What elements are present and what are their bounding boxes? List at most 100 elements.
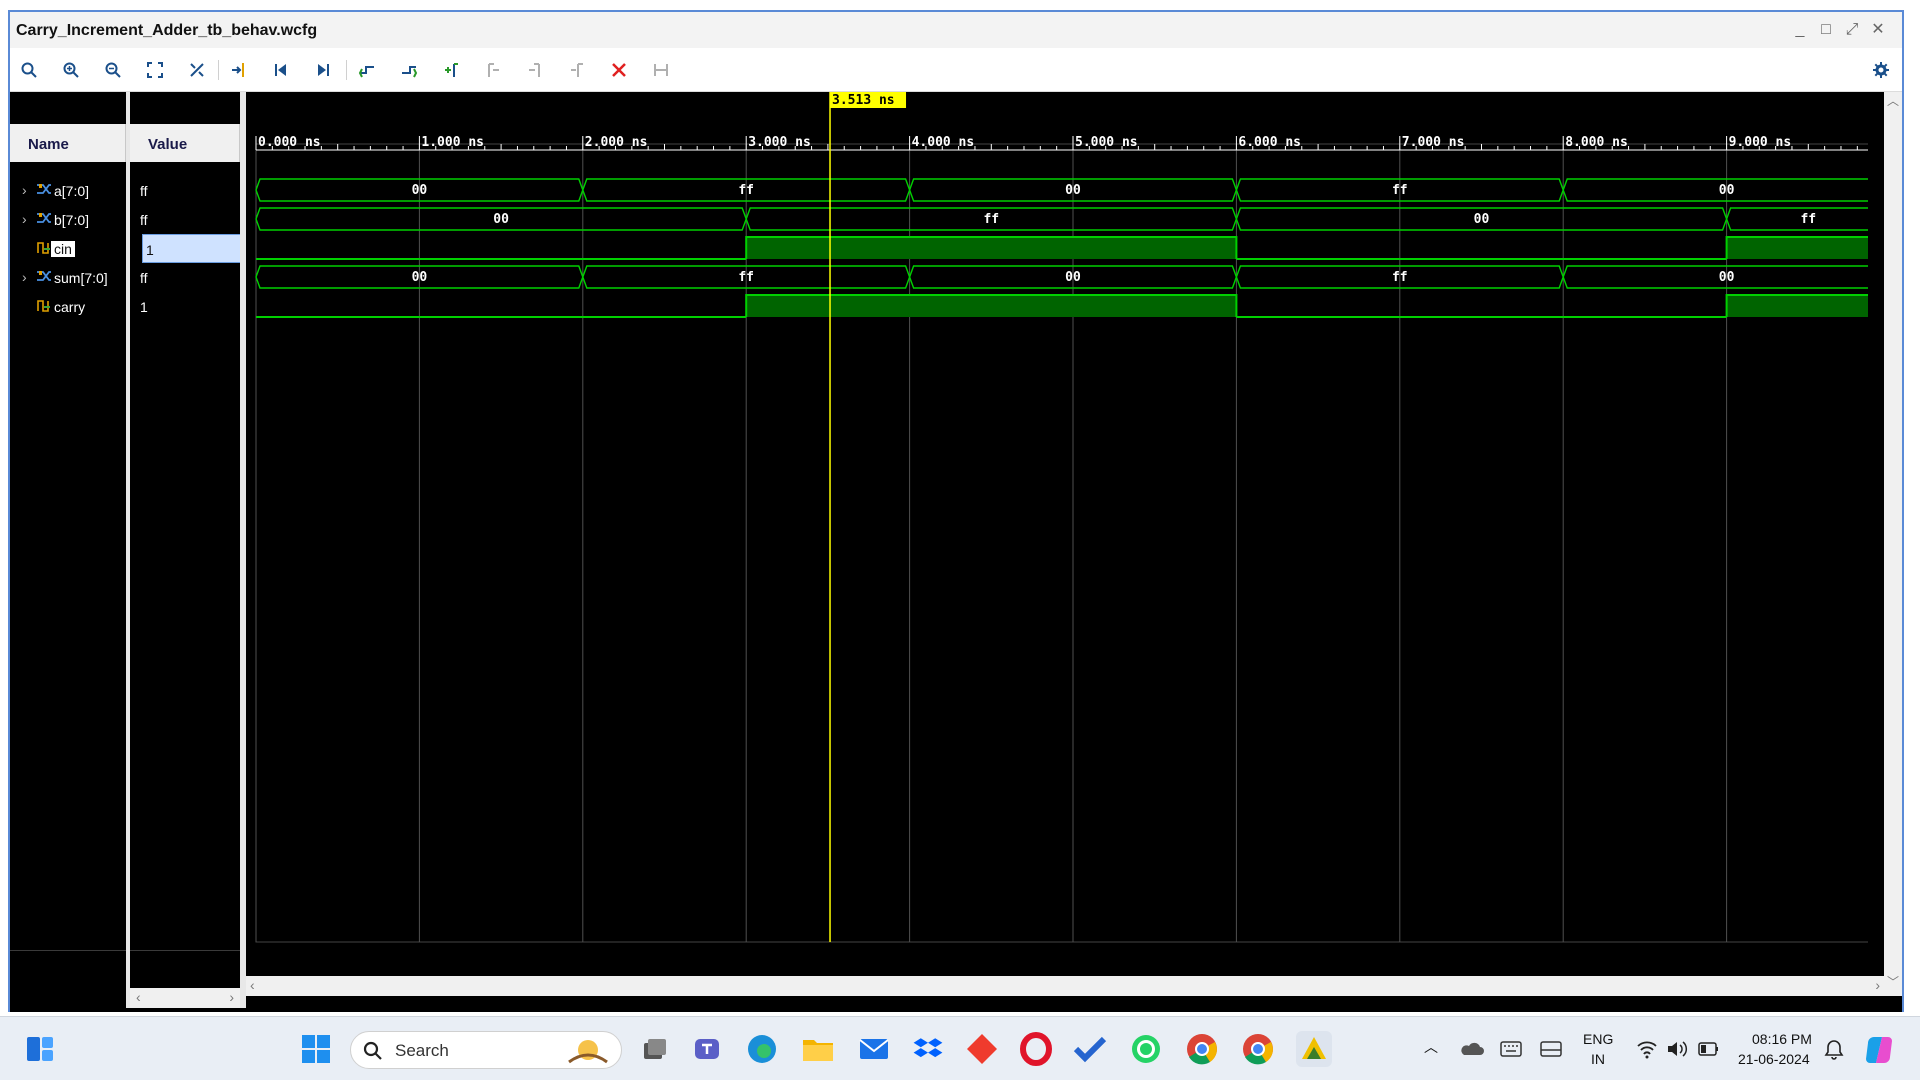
next-transition-icon[interactable] [396,57,422,83]
tick-label: 2.000 ns [585,135,648,150]
anydesk-icon[interactable] [964,1031,1000,1067]
float-icon[interactable]: ⤢ [1842,20,1862,40]
wave-vscrollbar[interactable]: ︿ ﹀ [1884,92,1902,996]
whatsapp-icon[interactable] [1128,1031,1164,1067]
expand-chevron-icon[interactable]: › [22,211,32,227]
next-marker-icon[interactable] [522,57,548,83]
region-indicator[interactable]: IN [1591,1051,1605,1067]
maximize-icon[interactable]: □ [1816,20,1836,40]
minimize-icon[interactable]: _ [1790,20,1810,40]
prev-transition-icon[interactable] [354,57,380,83]
onedrive-icon[interactable] [1460,1039,1484,1059]
widgets-icon[interactable] [22,1031,58,1067]
signal-value-row[interactable]: ff [130,176,240,205]
bus-value-label: 00 [1719,270,1735,285]
bus-value-label: ff [1392,183,1408,198]
dropbox-icon[interactable] [910,1031,946,1067]
bus-value-label: ff [738,183,754,198]
signal-row[interactable]: cin [10,234,126,263]
signal-name: sum[7:0] [54,270,108,286]
volume-icon[interactable] [1666,1039,1688,1059]
signal-value-row[interactable]: ff [130,205,240,234]
battery-icon[interactable] [1698,1041,1720,1057]
bit-signal-icon [37,300,50,312]
show-hidden-icons[interactable]: ︿ [1424,1037,1438,1057]
chrome-profile-icon[interactable] [1240,1031,1276,1067]
signal-name: cin [51,241,75,257]
chrome-icon[interactable] [1184,1031,1220,1067]
bus-value-label: 00 [1065,183,1081,198]
tick-label: 1.000 ns [421,135,484,150]
bus-value-label: 00 [412,183,428,198]
signal-name: carry [54,299,86,315]
teams-icon[interactable] [690,1031,726,1067]
expand-chevron-icon[interactable]: › [22,182,32,198]
add-marker-icon[interactable] [438,57,464,83]
high-level-fill [1726,237,1868,259]
name-column-header[interactable]: Name [10,124,126,162]
signal-name-panel: Name › a[7:0] › b[7:0] cin › sum[7:0] carry [10,92,126,1008]
tick-label: 4.000 ns [912,135,975,150]
high-level-fill [746,295,1237,317]
taskbar-search[interactable]: Search [350,1031,622,1069]
signal-value-row[interactable]: ff [130,263,240,292]
search-icon[interactable] [16,57,42,83]
signal-value: ff [140,270,148,286]
bus-value-label: ff [1392,270,1408,285]
signal-row[interactable]: carry [10,292,126,321]
tick-label: 3.000 ns [748,135,811,150]
bus-value-label: ff [738,270,754,285]
search-icon [363,1041,382,1060]
bus-value-label: 00 [412,270,428,285]
clock-date[interactable]: 21-06-2024 [1738,1051,1810,1067]
language-indicator[interactable]: ENG [1583,1031,1613,1047]
notification-bell-icon[interactable] [1824,1039,1844,1061]
waveform-canvas[interactable]: 0.000 ns 1.000 ns 2.000 ns 3.000 ns 4.000 ns… [246,92,1868,976]
tick-label: 0.000 ns [258,135,321,150]
close-icon[interactable]: ✕ [1868,20,1888,40]
opera-icon[interactable] [1018,1031,1054,1067]
signal-value: ff [140,212,148,228]
bus-segment [1562,178,1868,202]
keyboard-icon[interactable] [1500,1041,1522,1057]
zoom-cursor-icon[interactable] [184,57,210,83]
cursor-time-label: 3.513 ns [832,93,895,108]
wave-hscrollbar[interactable]: ‹ › [246,976,1886,996]
signal-row[interactable]: › sum[7:0] [10,263,126,292]
bus-value-label: ff [983,212,999,227]
window-title: Carry_Increment_Adder_tb_behav.wcfg [16,22,318,39]
waveform-panel[interactable]: 0.000 ns 1.000 ns 2.000 ns 3.000 ns 4.000 ns… [246,92,1886,996]
copilot-icon[interactable] [1862,1033,1896,1067]
input-panel-icon[interactable] [1540,1041,1562,1057]
zoom-out-icon[interactable] [100,57,126,83]
file-explorer-icon[interactable] [800,1031,836,1067]
value-column-header[interactable]: Value [130,124,240,162]
goto-start-icon[interactable] [268,57,294,83]
start-icon[interactable] [298,1031,334,1067]
todo-icon[interactable] [1072,1031,1108,1067]
snap-icon[interactable] [648,57,674,83]
signal-value-row[interactable]: 1 [142,234,244,263]
mail-icon[interactable] [856,1031,892,1067]
goto-end-icon[interactable] [310,57,336,83]
vivado-icon[interactable] [1296,1031,1332,1067]
tick-label: 7.000 ns [1402,135,1465,150]
clock-time[interactable]: 08:16 PM [1752,1031,1812,1047]
signal-row[interactable]: › b[7:0] [10,205,126,234]
swap-cursors-icon[interactable] [564,57,590,83]
signal-value-row[interactable]: 1 [130,292,240,321]
value-hscrollbar[interactable]: ‹ › [130,988,240,1008]
signal-row[interactable]: › a[7:0] [10,176,126,205]
delete-markers-icon[interactable] [606,57,632,83]
settings-icon[interactable] [1868,57,1894,83]
edge-icon[interactable] [744,1031,780,1067]
search-label: Search [395,1041,449,1060]
signal-name: a[7:0] [54,183,90,199]
zoom-in-icon[interactable] [58,57,84,83]
expand-chevron-icon[interactable]: › [22,269,32,285]
zoom-fit-icon[interactable] [142,57,168,83]
task-view-icon[interactable] [636,1031,672,1067]
wifi-icon[interactable] [1636,1039,1658,1059]
prev-marker-icon[interactable] [480,57,506,83]
goto-cursor-icon[interactable] [226,57,252,83]
